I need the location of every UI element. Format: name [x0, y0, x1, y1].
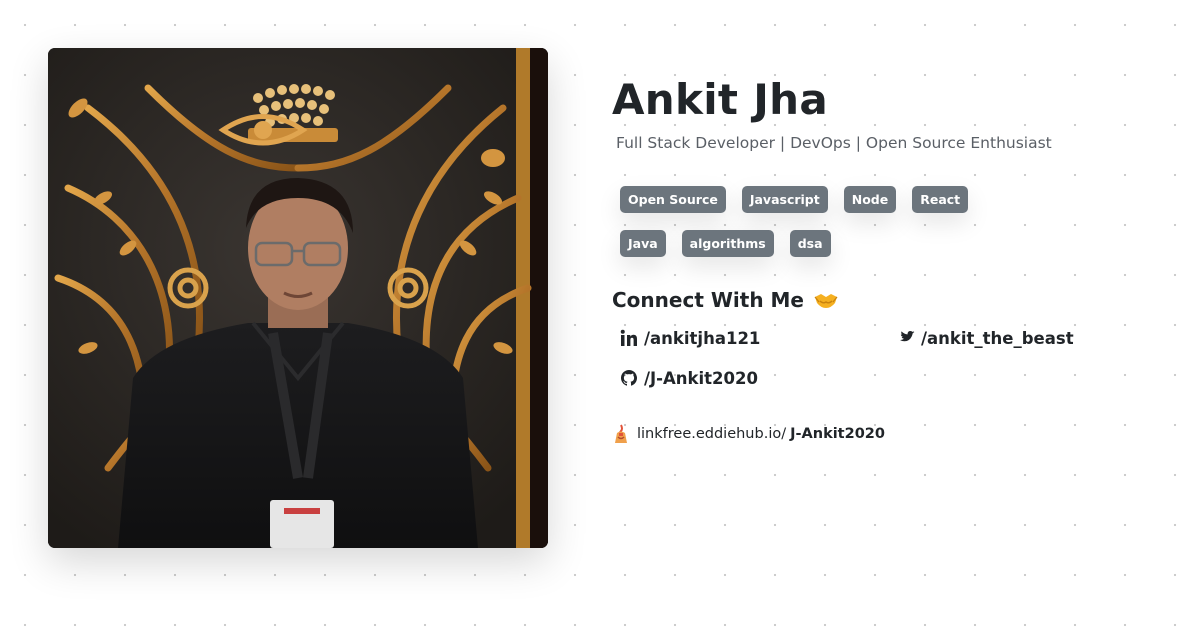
- profile-subtitle: Full Stack Developer | DevOps | Open Sou…: [616, 134, 1052, 152]
- github-handle: /J-Ankit2020: [644, 368, 758, 388]
- twitter-link[interactable]: /ankit_the_beast: [897, 328, 1157, 348]
- tag-open-source[interactable]: Open Source: [620, 186, 726, 213]
- twitter-icon: [900, 331, 915, 342]
- profile-photo-illustration: [48, 48, 548, 548]
- tag-list: Open Source Javascript Node React Java a…: [620, 186, 1000, 257]
- tag-dsa[interactable]: dsa: [789, 230, 831, 257]
- linkfree-logo-icon: [615, 424, 627, 443]
- tag-react[interactable]: React: [912, 186, 969, 213]
- linkfree-domain: linkfree.eddiehub.io/: [637, 426, 787, 442]
- linkfree-link[interactable]: linkfree.eddiehub.io/ J-Ankit2020: [612, 424, 1172, 444]
- linkedin-icon: [620, 329, 637, 346]
- linkedin-handle: /ankitjha121: [644, 328, 761, 348]
- profile-name: Ankit Jha: [612, 75, 829, 124]
- profile-info: Ankit Jha Full Stack Developer | DevOps …: [612, 72, 1172, 444]
- tag-node[interactable]: Node: [843, 186, 897, 213]
- tag-javascript[interactable]: Javascript: [741, 186, 828, 213]
- linkfree-username: J-Ankit2020: [790, 426, 885, 442]
- profile-photo: [48, 48, 548, 548]
- twitter-handle: /ankit_the_beast: [921, 328, 1074, 348]
- linkedin-link[interactable]: /ankitjha121: [620, 328, 897, 348]
- github-link[interactable]: /J-Ankit2020: [620, 368, 897, 388]
- handshake-icon: [814, 294, 838, 308]
- github-icon: [620, 370, 638, 386]
- tag-algorithms[interactable]: algorithms: [681, 230, 774, 257]
- connect-title: Connect With Me: [612, 288, 804, 312]
- social-links: /ankitjha121 /ankit_the_beast /J-Ankit20…: [620, 328, 1172, 388]
- tag-java[interactable]: Java: [620, 230, 666, 257]
- connect-heading: Connect With Me: [612, 288, 1172, 312]
